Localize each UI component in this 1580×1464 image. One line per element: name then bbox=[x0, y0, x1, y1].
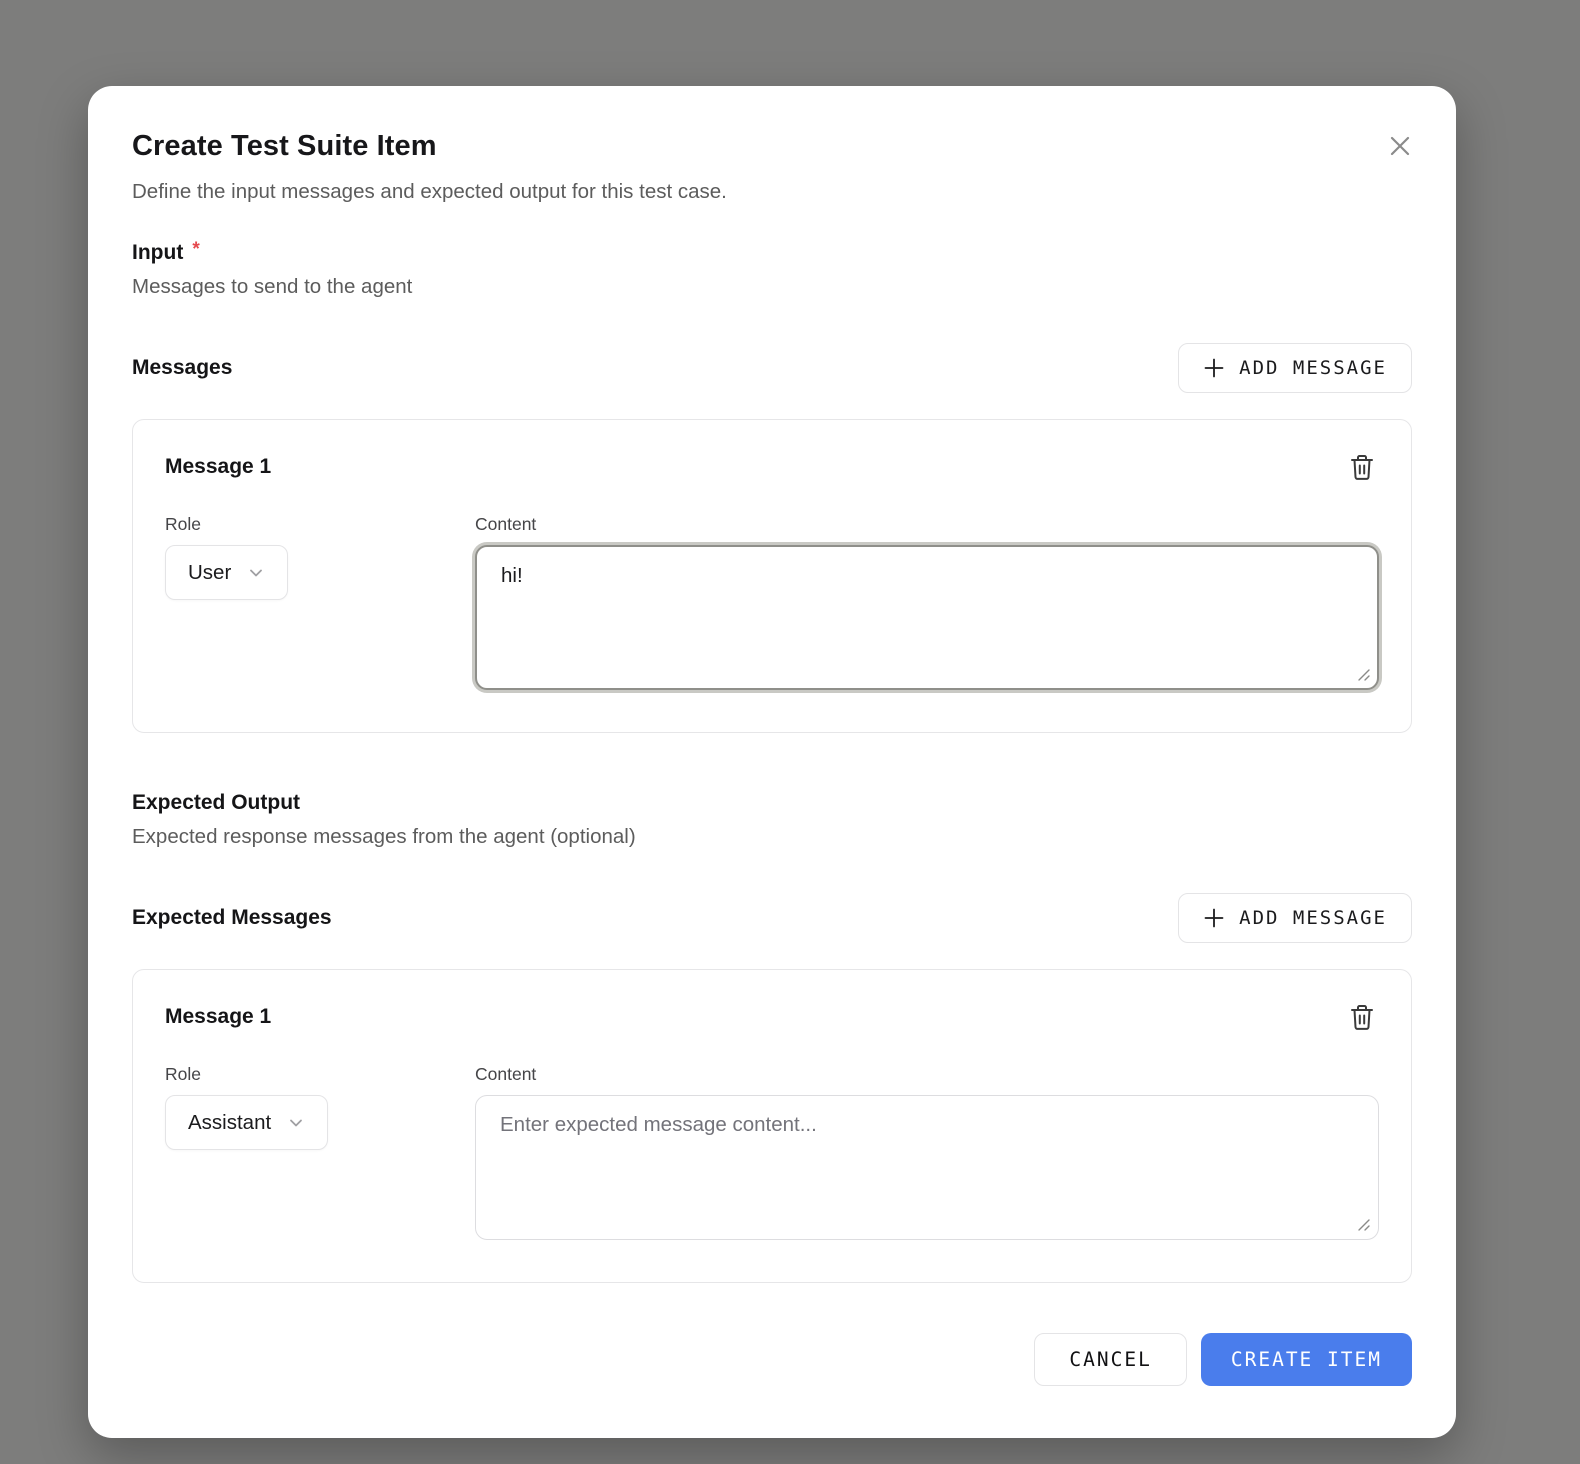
input-message-card-header: Message 1 bbox=[165, 450, 1379, 484]
plus-icon bbox=[1203, 357, 1225, 379]
dialog-footer: CANCEL CREATE ITEM bbox=[132, 1333, 1412, 1386]
expected-role-column: Role Assistant bbox=[165, 1064, 475, 1240]
close-icon bbox=[1387, 133, 1413, 159]
expected-content-textarea[interactable] bbox=[475, 1095, 1379, 1240]
input-content-label: Content bbox=[475, 514, 1379, 535]
create-item-button[interactable]: CREATE ITEM bbox=[1201, 1333, 1412, 1386]
input-content-wrap bbox=[475, 545, 1379, 690]
plus-icon bbox=[1203, 907, 1225, 929]
expected-message-title: Message 1 bbox=[165, 1005, 271, 1029]
expected-content-label: Content bbox=[475, 1064, 1379, 1085]
close-button[interactable] bbox=[1382, 128, 1418, 164]
messages-section-header: Messages ADD MESSAGE bbox=[132, 343, 1412, 393]
expected-messages-label: Expected Messages bbox=[132, 906, 332, 930]
messages-label: Messages bbox=[132, 356, 232, 380]
trash-icon bbox=[1349, 453, 1375, 481]
create-test-suite-item-dialog: Create Test Suite Item Define the input … bbox=[88, 86, 1456, 1438]
input-role-select[interactable]: User bbox=[165, 545, 288, 600]
modal-overlay: Create Test Suite Item Define the input … bbox=[0, 0, 1580, 1464]
input-role-column: Role User bbox=[165, 514, 475, 690]
add-message-label: ADD MESSAGE bbox=[1239, 907, 1387, 929]
input-message-fields: Role User Content bbox=[165, 514, 1379, 690]
add-input-message-button[interactable]: ADD MESSAGE bbox=[1178, 343, 1412, 393]
input-section-label: Input * bbox=[132, 241, 1412, 265]
dialog-subtitle: Define the input messages and expected o… bbox=[132, 180, 1412, 204]
chevron-down-icon bbox=[247, 564, 265, 582]
expected-role-select[interactable]: Assistant bbox=[165, 1095, 328, 1150]
input-message-card: Message 1 Role bbox=[132, 419, 1412, 733]
dialog-title: Create Test Suite Item bbox=[132, 130, 1412, 163]
add-expected-message-button[interactable]: ADD MESSAGE bbox=[1178, 893, 1412, 943]
expected-content-wrap bbox=[475, 1095, 1379, 1240]
expected-message-card: Message 1 Role bbox=[132, 969, 1412, 1283]
input-role-label: Role bbox=[165, 514, 475, 535]
dialog-header: Create Test Suite Item bbox=[132, 130, 1412, 163]
trash-icon bbox=[1349, 1003, 1375, 1031]
expected-message-card-header: Message 1 bbox=[165, 1000, 1379, 1034]
delete-input-message-button[interactable] bbox=[1345, 450, 1379, 484]
expected-output-helper: Expected response messages from the agen… bbox=[132, 825, 1412, 849]
expected-content-column: Content bbox=[475, 1064, 1379, 1240]
chevron-down-icon bbox=[287, 1114, 305, 1132]
input-message-title: Message 1 bbox=[165, 455, 271, 479]
required-asterisk: * bbox=[192, 239, 199, 261]
input-content-column: Content bbox=[475, 514, 1379, 690]
input-label-text: Input bbox=[132, 241, 183, 265]
expected-output-block: Expected Output Expected response messag… bbox=[132, 791, 1412, 849]
expected-message-fields: Role Assistant Content bbox=[165, 1064, 1379, 1240]
delete-expected-message-button[interactable] bbox=[1345, 1000, 1379, 1034]
expected-role-label: Role bbox=[165, 1064, 475, 1085]
expected-messages-section-header: Expected Messages ADD MESSAGE bbox=[132, 893, 1412, 943]
expected-output-label: Expected Output bbox=[132, 791, 1412, 815]
input-content-textarea[interactable] bbox=[475, 545, 1379, 690]
expected-role-value: Assistant bbox=[188, 1111, 271, 1135]
input-section-helper: Messages to send to the agent bbox=[132, 275, 1412, 299]
input-role-value: User bbox=[188, 561, 231, 585]
cancel-button[interactable]: CANCEL bbox=[1034, 1333, 1186, 1386]
add-message-label: ADD MESSAGE bbox=[1239, 357, 1387, 379]
